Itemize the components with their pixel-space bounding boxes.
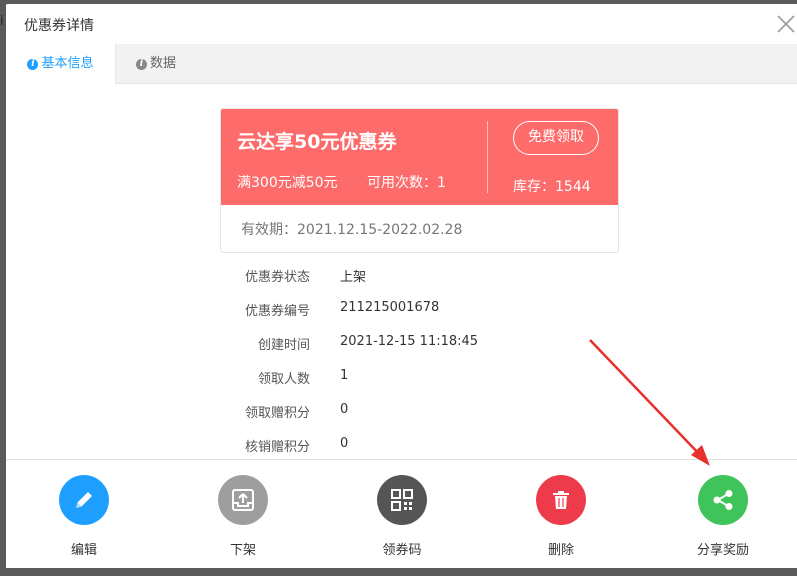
detail-value: 0 (340, 436, 349, 451)
detail-value: 0 (340, 402, 349, 417)
action-label: 分享奖励 (696, 543, 749, 558)
dialog-title: 优惠券详情 (24, 18, 94, 34)
tab-label: 基本信息 (41, 56, 94, 71)
coupon-card: 云达享50元优惠券 满300元减50元 可用次数：1 免费领取 库存：1544 … (220, 108, 619, 253)
coupon-uses: 可用次数：1 (367, 175, 446, 191)
detail-label: 领取人数 (257, 372, 310, 387)
edit-circle (59, 475, 109, 525)
unlist-circle (218, 475, 268, 525)
dialog-title-bar: 优惠券详情 (6, 4, 797, 44)
tab-basic-info[interactable]: i 基本信息 (6, 44, 116, 84)
unlist-button[interactable]: 下架 (203, 475, 283, 558)
detail-value: 211215001678 (340, 300, 440, 315)
detail-label: 创建时间 (257, 338, 310, 353)
tab-bar: i 基本信息 i 数据 (6, 44, 797, 84)
detail-value: 2021-12-15 11:18:45 (340, 334, 479, 349)
detail-label: 核销赠积分 (244, 440, 310, 455)
detail-value: 1 (340, 368, 349, 383)
share-reward-button[interactable]: 分享奖励 (683, 475, 763, 558)
detail-label: 优惠券编号 (244, 304, 310, 319)
close-button[interactable] (776, 14, 796, 34)
tab-label: 数据 (150, 56, 177, 71)
delete-button[interactable]: 删除 (521, 475, 601, 558)
action-bar: 编辑 下架 领券码 删除 分享奖励 (6, 459, 797, 568)
action-label: 领券码 (382, 543, 422, 558)
info-icon: i (136, 58, 147, 70)
detail-value: 上架 (340, 270, 367, 285)
share-reward-circle (698, 475, 748, 525)
coupon-stock: 库存：1544 (513, 179, 591, 195)
coupon-code-button[interactable]: 领券码 (362, 475, 442, 558)
action-label: 删除 (547, 543, 574, 558)
tab-data[interactable]: i 数据 (136, 44, 176, 84)
share-icon (713, 490, 733, 510)
action-label: 编辑 (70, 543, 97, 558)
coupon-condition: 满300元减50元 (237, 175, 338, 191)
coupon-validity: 有效期：2021.12.15-2022.02.28 (241, 222, 463, 238)
claim-button[interactable]: 免费领取 (513, 121, 599, 155)
coupon-code-circle (377, 475, 427, 525)
edit-button[interactable]: 编辑 (44, 475, 124, 558)
trash-icon (553, 491, 569, 509)
background-window-text: i (0, 14, 4, 29)
tray-upload-icon (232, 489, 254, 511)
action-label: 下架 (229, 543, 256, 558)
detail-label: 优惠券状态 (244, 270, 310, 285)
detail-label: 领取赠积分 (244, 406, 310, 421)
qr-code-icon (391, 489, 413, 511)
pencil-icon (76, 492, 92, 508)
coupon-divider (487, 121, 488, 193)
info-icon: i (27, 58, 39, 70)
close-icon (777, 15, 795, 33)
coupon-detail-dialog: 优惠券详情 i 基本信息 i 数据 云达享50元优惠券 满300元减50元 可用… (6, 4, 797, 568)
coupon-name: 云达享50元优惠券 (237, 131, 397, 153)
coupon-header: 云达享50元优惠券 满300元减50元 可用次数：1 免费领取 库存：1544 (221, 109, 618, 205)
delete-circle (536, 475, 586, 525)
